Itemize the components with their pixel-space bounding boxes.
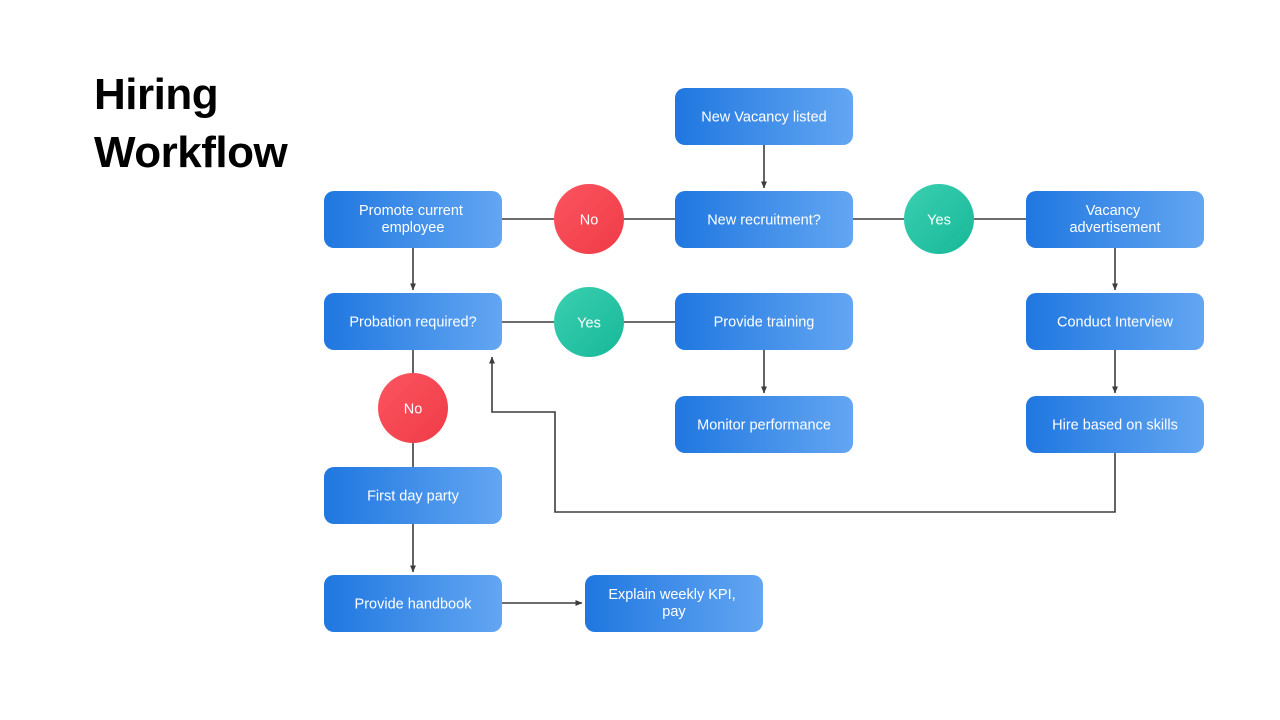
svg-text:Probation required?: Probation required? <box>349 314 476 330</box>
node-provide-training[interactable]: Provide training <box>675 293 853 350</box>
svg-text:Hire based on skills: Hire based on skills <box>1052 417 1178 433</box>
node-label-line-2: advertisement <box>1069 220 1160 236</box>
svg-text:Provide handbook: Provide handbook <box>355 596 473 612</box>
decision-no-new-recruitment[interactable]: No <box>554 184 624 254</box>
node-probation-required[interactable]: Probation required? <box>324 293 502 350</box>
node-explain-weekly-kpi-pay[interactable]: Explain weekly KPI, pay <box>585 575 763 632</box>
node-monitor-performance[interactable]: Monitor performance <box>675 396 853 453</box>
node-label-line-1: Vacancy <box>1086 203 1141 219</box>
node-label-line-2: employee <box>382 220 445 236</box>
decision-label: No <box>580 212 599 228</box>
svg-text:New recruitment?: New recruitment? <box>707 212 821 228</box>
node-label-line: Probation required? <box>349 314 476 330</box>
node-label-line: Conduct Interview <box>1057 314 1174 330</box>
node-hire-based-on-skills[interactable]: Hire based on skills <box>1026 396 1204 453</box>
node-label-line: Provide handbook <box>355 596 473 612</box>
node-provide-handbook[interactable]: Provide handbook <box>324 575 502 632</box>
decision-no-probation[interactable]: No <box>378 373 448 443</box>
node-label-line-2: pay <box>662 604 686 620</box>
node-conduct-interview[interactable]: Conduct Interview <box>1026 293 1204 350</box>
decision-yes-new-recruitment[interactable]: Yes <box>904 184 974 254</box>
svg-text:First day party: First day party <box>367 488 460 504</box>
svg-text:Conduct Interview: Conduct Interview <box>1057 314 1174 330</box>
decision-label: No <box>404 401 423 417</box>
node-new-recruitment[interactable]: New recruitment? <box>675 191 853 248</box>
node-promote-current-employee[interactable]: Promote current employee <box>324 191 502 248</box>
decision-label: Yes <box>577 315 601 331</box>
node-label-line: Hire based on skills <box>1052 417 1178 433</box>
node-label-line: Provide training <box>714 314 815 330</box>
node-label-line: First day party <box>367 488 460 504</box>
node-label-line: New recruitment? <box>707 212 821 228</box>
node-vacancy-advertisement[interactable]: Vacancy advertisement <box>1026 191 1204 248</box>
node-label-line: Monitor performance <box>697 417 831 433</box>
node-first-day-party[interactable]: First day party <box>324 467 502 524</box>
node-label-line: New Vacancy listed <box>701 109 826 125</box>
node-label-line-1: Promote current <box>359 203 463 219</box>
svg-text:Provide training: Provide training <box>714 314 815 330</box>
node-new-vacancy-listed[interactable]: New Vacancy listed <box>675 88 853 145</box>
decision-label: Yes <box>927 212 951 228</box>
svg-text:Monitor performance: Monitor performance <box>697 417 831 433</box>
decision-yes-probation[interactable]: Yes <box>554 287 624 357</box>
node-label-line-1: Explain weekly KPI, <box>608 587 735 603</box>
svg-text:New Vacancy listed: New Vacancy listed <box>701 109 826 125</box>
flowchart-canvas: New Vacancy listed Promote current emplo… <box>324 88 1204 632</box>
